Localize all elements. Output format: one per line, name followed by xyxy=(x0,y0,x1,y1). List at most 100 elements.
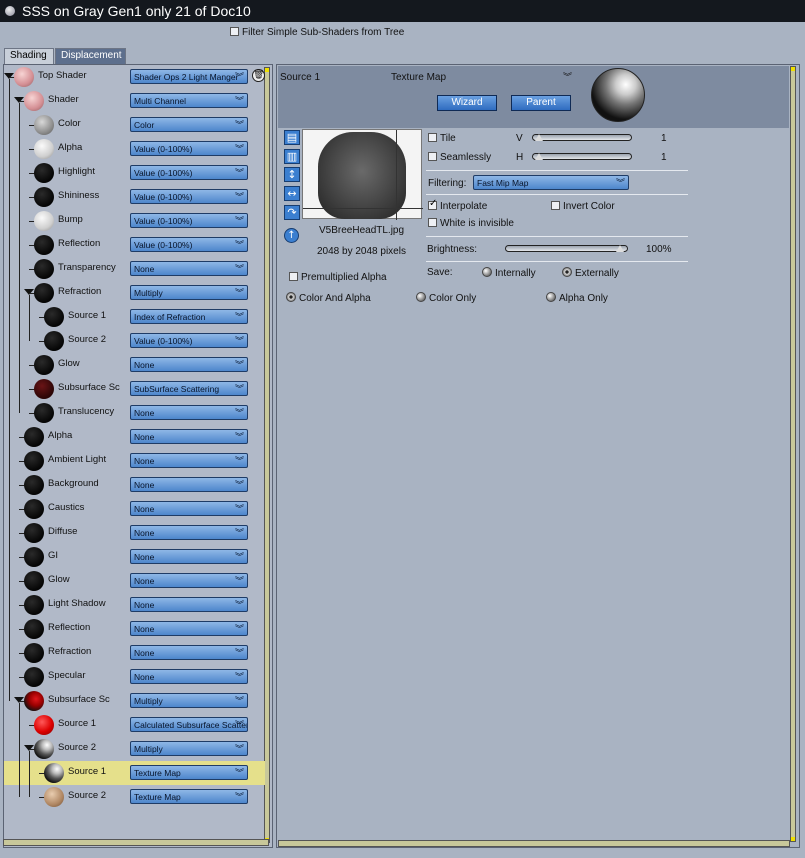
shader-type-dropdown[interactable]: None ︾ xyxy=(130,549,248,564)
chevron-down-icon[interactable]: ︾ xyxy=(563,70,572,83)
alpha-only-radio[interactable] xyxy=(546,292,556,302)
brightness-slider[interactable] xyxy=(505,245,628,252)
tree-row[interactable]: Refraction Multiply ︾ xyxy=(4,281,265,305)
info-icon[interactable]: ↑ xyxy=(284,228,299,243)
tree-row[interactable]: Reflection None ︾ xyxy=(4,617,265,641)
save-internally-option[interactable]: Internally xyxy=(482,267,536,279)
tree-row[interactable]: Source 1 Index of Refraction ︾ xyxy=(4,305,265,329)
parent-button[interactable]: Parent xyxy=(511,95,571,111)
shader-type-dropdown[interactable]: Multiply ︾ xyxy=(130,693,248,708)
tree-row[interactable]: Alpha None ︾ xyxy=(4,425,265,449)
tree-row[interactable]: Caustics None ︾ xyxy=(4,497,265,521)
filtering-dropdown[interactable]: Fast Mip Map ︾ xyxy=(473,175,629,190)
externally-radio[interactable] xyxy=(562,267,572,277)
shader-type-dropdown[interactable]: Index of Refraction ︾ xyxy=(130,309,248,324)
tree-row[interactable]: Shininess Value (0-100%) ︾ xyxy=(4,185,265,209)
shader-type-dropdown[interactable]: None ︾ xyxy=(130,357,248,372)
tab-shading[interactable]: Shading xyxy=(4,48,54,64)
premultiplied-alpha-option[interactable]: Premultiplied Alpha xyxy=(289,272,387,283)
window-menu-icon[interactable] xyxy=(5,6,15,16)
slider-thumb[interactable] xyxy=(535,134,543,141)
tree-row[interactable]: Source 2 Texture Map ︾ xyxy=(4,785,265,809)
tree-row[interactable]: Source 2 Value (0-100%) ︾ xyxy=(4,329,265,353)
color-only-option[interactable]: Color Only xyxy=(416,292,476,304)
white-invisible-option[interactable]: White is invisible xyxy=(428,218,514,229)
alpha-only-option[interactable]: Alpha Only xyxy=(546,292,608,304)
tree-row[interactable]: Highlight Value (0-100%) ︾ xyxy=(4,161,265,185)
shader-type-dropdown[interactable]: Value (0-100%) ︾ xyxy=(130,189,248,204)
wizard-button[interactable]: Wizard xyxy=(437,95,497,111)
seamlessly-option[interactable]: Seamlessly xyxy=(428,152,491,163)
rotate-icon[interactable]: ↷ xyxy=(284,205,300,220)
tree-row[interactable]: Transparency None ︾ xyxy=(4,257,265,281)
shader-type-dropdown[interactable]: None ︾ xyxy=(130,645,248,660)
white-invisible-checkbox[interactable] xyxy=(428,218,437,227)
shader-type-dropdown[interactable]: Shader Ops 2 Light Manger ︾ xyxy=(130,69,248,84)
shader-type-dropdown[interactable]: Calculated Subsurface Scattering ︾ xyxy=(130,717,248,732)
tree-row[interactable]: Ambient Light None ︾ xyxy=(4,449,265,473)
tree-row[interactable]: Source 1 Calculated Subsurface Scattering… xyxy=(4,713,265,737)
tree-row[interactable]: Glow None ︾ xyxy=(4,353,265,377)
shader-type-dropdown[interactable]: None ︾ xyxy=(130,525,248,540)
properties-horizontal-scrollbar[interactable] xyxy=(278,840,790,847)
tree-row[interactable]: Light Shadow None ︾ xyxy=(4,593,265,617)
shader-type-dropdown[interactable]: None ︾ xyxy=(130,573,248,588)
shader-type-dropdown[interactable]: Multiply ︾ xyxy=(130,285,248,300)
tree-row[interactable]: Diffuse None ︾ xyxy=(4,521,265,545)
shader-type-dropdown[interactable]: None ︾ xyxy=(130,621,248,636)
shader-type-dropdown[interactable]: Texture Map ︾ xyxy=(130,765,248,780)
shader-type-dropdown[interactable]: None ︾ xyxy=(130,429,248,444)
shader-type-dropdown[interactable]: Value (0-100%) ︾ xyxy=(130,237,248,252)
shader-type-dropdown[interactable]: None ︾ xyxy=(130,597,248,612)
tree-row[interactable]: Glow None ︾ xyxy=(4,569,265,593)
shader-type-dropdown[interactable]: None ︾ xyxy=(130,405,248,420)
shader-type-dropdown[interactable]: Value (0-100%) ︾ xyxy=(130,213,248,228)
color-only-radio[interactable] xyxy=(416,292,426,302)
texture-thumbnail[interactable] xyxy=(302,129,423,220)
shader-type-dropdown[interactable]: Value (0-100%) ︾ xyxy=(130,141,248,156)
tree-horizontal-scrollbar[interactable] xyxy=(3,839,269,846)
shader-type-dropdown[interactable]: SubSurface Scattering ︾ xyxy=(130,381,248,396)
tab-displacement[interactable]: Displacement xyxy=(55,48,126,64)
invert-color-checkbox[interactable] xyxy=(551,201,560,210)
tile-checkbox[interactable] xyxy=(428,133,437,142)
slider-thumb[interactable] xyxy=(535,153,543,160)
shader-type-dropdown[interactable]: Value (0-100%) ︾ xyxy=(130,333,248,348)
color-and-alpha-option[interactable]: Color And Alpha xyxy=(286,292,371,304)
flip-horizontal-icon[interactable]: ↔ xyxy=(284,186,300,201)
tree-row[interactable]: Shader Multi Channel ︾ xyxy=(4,89,265,113)
slider-thumb[interactable] xyxy=(616,245,624,252)
shader-type-dropdown[interactable]: None ︾ xyxy=(130,501,248,516)
flip-vertical-icon[interactable]: ↕ xyxy=(284,167,300,182)
tree-row[interactable]: GI None ︾ xyxy=(4,545,265,569)
tile-h-slider[interactable] xyxy=(532,153,632,160)
shader-type-dropdown[interactable]: None ︾ xyxy=(130,477,248,492)
tree-row[interactable]: Reflection Value (0-100%) ︾ xyxy=(4,233,265,257)
tile-v-slider[interactable] xyxy=(532,134,632,141)
interpolate-option[interactable]: Interpolate xyxy=(428,198,487,212)
invert-color-option[interactable]: Invert Color xyxy=(551,201,615,212)
interpolate-checkbox[interactable] xyxy=(428,198,437,210)
tree-row[interactable]: Alpha Value (0-100%) ︾ xyxy=(4,137,265,161)
premultiplied-alpha-checkbox[interactable] xyxy=(289,272,298,281)
tree-row[interactable]: Bump Value (0-100%) ︾ xyxy=(4,209,265,233)
tree-row[interactable]: Translucency None ︾ xyxy=(4,401,265,425)
tree-row[interactable]: Subsurface Sc Multiply ︾ xyxy=(4,689,265,713)
trash-icon[interactable]: 🗑 xyxy=(252,69,265,82)
open-folder-icon[interactable]: ▤ xyxy=(284,130,300,145)
shader-type-dropdown[interactable]: None ︾ xyxy=(130,669,248,684)
internally-radio[interactable] xyxy=(482,267,492,277)
tree-row[interactable]: Top Shader Shader Ops 2 Light Manger ︾ xyxy=(4,65,265,89)
tree-row[interactable]: Subsurface Sc SubSurface Scattering ︾ xyxy=(4,377,265,401)
color-and-alpha-radio[interactable] xyxy=(286,292,296,302)
shader-type-dropdown[interactable]: Color ︾ xyxy=(130,117,248,132)
shader-type-dropdown[interactable]: None ︾ xyxy=(130,261,248,276)
properties-vertical-scrollbar[interactable] xyxy=(790,66,796,842)
filter-simple-subshaders[interactable]: Filter Simple Sub-Shaders from Tree xyxy=(230,27,404,38)
tree-row[interactable]: Refraction None ︾ xyxy=(4,641,265,665)
tree-row[interactable]: Color Color ︾ xyxy=(4,113,265,137)
filter-checkbox[interactable] xyxy=(230,27,239,36)
tree-row[interactable]: Background None ︾ xyxy=(4,473,265,497)
tile-option[interactable]: Tile xyxy=(428,133,456,144)
tree-row[interactable]: Source 2 Multiply ︾ xyxy=(4,737,265,761)
